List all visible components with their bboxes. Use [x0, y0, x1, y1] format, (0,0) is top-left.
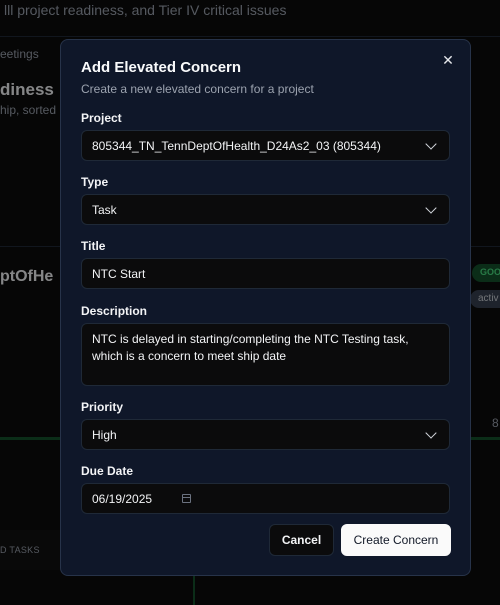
due-date-input[interactable]: 06/19/2025 [81, 483, 450, 514]
due-date-label: Due Date [81, 464, 134, 478]
type-value: Task [92, 202, 117, 217]
due-date-value: 06/19/2025 [92, 491, 153, 506]
project-select[interactable]: 805344_TN_TennDeptOfHealth_D24As2_03 (80… [81, 130, 450, 161]
chevron-down-icon [425, 201, 437, 214]
description-textarea[interactable] [81, 323, 450, 386]
cancel-button[interactable]: Cancel [269, 524, 334, 556]
title-field: Title NTC Start [81, 239, 450, 289]
priority-value: High [92, 427, 117, 442]
project-value: 805344_TN_TennDeptOfHealth_D24As2_03 (80… [92, 138, 381, 153]
type-label: Type [81, 175, 109, 189]
project-label: Project [81, 111, 122, 125]
title-value: NTC Start [92, 266, 146, 281]
title-label: Title [81, 239, 106, 253]
due-date-field: Due Date 06/19/2025 [81, 464, 450, 514]
chevron-down-icon [425, 137, 437, 150]
priority-field: Priority High [81, 400, 450, 450]
dialog-title: Add Elevated Concern [81, 59, 242, 76]
description-field: Description [81, 304, 450, 386]
dialog-description: Create a new elevated concern for a proj… [81, 82, 314, 96]
calendar-icon[interactable] [182, 494, 192, 503]
close-icon[interactable]: ✕ [440, 52, 456, 68]
description-label: Description [81, 304, 148, 318]
type-select[interactable]: Task [81, 194, 450, 225]
priority-select[interactable]: High [81, 419, 450, 450]
project-field: Project 805344_TN_TennDeptOfHealth_D24As… [81, 111, 450, 161]
title-input[interactable]: NTC Start [81, 258, 450, 289]
chevron-down-icon [425, 426, 437, 439]
add-concern-dialog: ✕ Add Elevated Concern Create a new elev… [60, 39, 471, 576]
create-concern-button[interactable]: Create Concern [341, 524, 451, 556]
type-field: Type Task [81, 175, 450, 225]
priority-label: Priority [81, 400, 124, 414]
